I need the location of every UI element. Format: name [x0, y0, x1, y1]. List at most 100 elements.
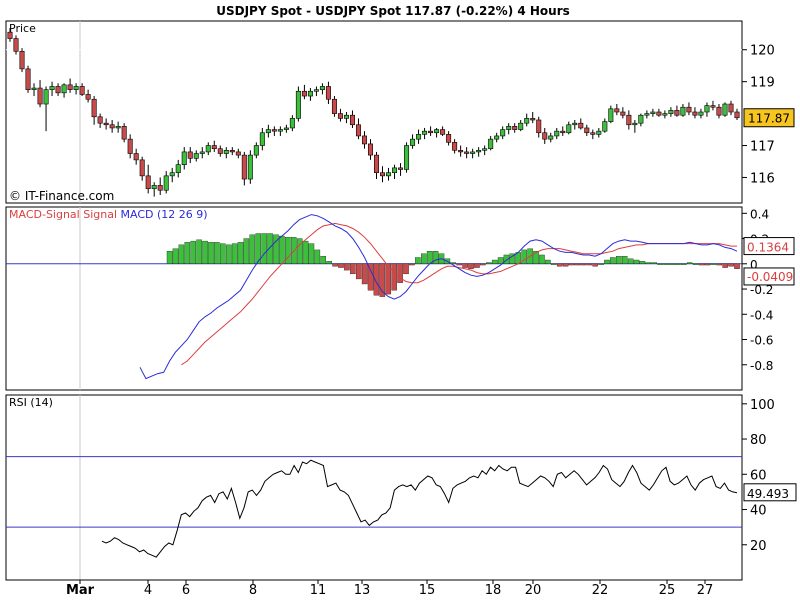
macd-histogram-bar: [710, 263, 717, 265]
candle-body: [416, 134, 422, 140]
candle-body: [277, 129, 283, 132]
macd-histogram-bar: [296, 238, 303, 264]
macd-histogram-bar: [225, 244, 232, 264]
price-panel-label: Price: [9, 22, 36, 35]
candle-body: [506, 126, 512, 130]
candle-body: [169, 172, 175, 177]
candle-body: [578, 122, 584, 129]
macd-histogram-bar: [249, 234, 256, 264]
rsi-ytick-label: 20: [750, 539, 767, 554]
candle-body: [530, 118, 536, 121]
macd-ytick-label: -0.8: [750, 359, 773, 373]
macd-histogram-bar: [415, 257, 421, 264]
candle-body: [614, 108, 620, 113]
candle-body: [259, 132, 265, 146]
legend-signal: MACD-Signal Signal: [9, 208, 121, 221]
candle-body: [31, 87, 37, 90]
candle-body: [542, 132, 548, 140]
macd-histogram-bar: [308, 243, 315, 264]
price-ytick-label: 117: [750, 140, 775, 155]
macd-histogram-bar: [344, 263, 350, 271]
candle-body: [548, 135, 554, 140]
macd-histogram-bar: [237, 242, 244, 264]
macd-histogram-bar: [663, 263, 669, 265]
candle-body: [7, 31, 13, 39]
macd-histogram-bar: [409, 263, 415, 266]
candle-body: [37, 87, 43, 105]
candle-body: [668, 110, 674, 114]
legend-macd: MACD (12 26 9): [121, 208, 208, 221]
candle-body: [518, 122, 524, 130]
candle-body: [217, 148, 223, 154]
macd-histogram-bar: [420, 253, 427, 264]
macd-histogram-bar: [166, 251, 173, 264]
candle-body: [145, 175, 151, 189]
macd-histogram-bar: [361, 263, 368, 285]
macd-histogram-bar: [574, 263, 581, 266]
candle-body: [692, 111, 698, 116]
candle-body: [470, 151, 476, 154]
candle-body: [271, 129, 277, 132]
macd-histogram-bar: [332, 263, 338, 267]
macd-histogram-bar: [545, 259, 551, 264]
macd-histogram-bar: [208, 242, 214, 264]
macd-histogram-bar: [633, 259, 640, 264]
candle-body: [19, 51, 25, 70]
candle-body: [199, 151, 205, 154]
candle-body: [602, 121, 608, 132]
candle-body: [446, 134, 452, 143]
macd-histogram-bar: [220, 243, 226, 264]
candle-body: [79, 86, 85, 95]
x-tick-label: 15: [419, 583, 436, 598]
candle-body: [662, 113, 668, 116]
candle-body: [181, 151, 187, 165]
candle-body: [608, 108, 614, 122]
macd-histogram-bar: [320, 256, 327, 264]
macd-histogram-bar: [480, 263, 486, 266]
rsi-ytick-label: 60: [750, 468, 767, 483]
x-tick-label: 25: [659, 583, 676, 598]
candle-body: [193, 153, 199, 159]
macd-histogram-bar: [669, 263, 675, 265]
candle-body: [337, 113, 343, 119]
candle-body: [313, 89, 319, 92]
candle-body: [656, 111, 662, 116]
candle-body: [61, 84, 67, 94]
candle-body: [410, 138, 416, 146]
x-tick-label: Mar: [66, 583, 95, 598]
macd-histogram-bar: [462, 263, 468, 268]
x-tick-label: 20: [525, 583, 542, 598]
macd-histogram-bar: [196, 239, 202, 264]
candle-body: [223, 150, 229, 154]
x-tick-label: 6: [182, 583, 190, 598]
candle-body: [151, 185, 157, 189]
macd-histogram-bar: [279, 235, 285, 264]
candle-body: [680, 106, 686, 116]
macd-histogram-bar: [172, 248, 179, 264]
macd-histogram-bar: [734, 263, 740, 269]
panel-frame: [5, 394, 743, 581]
macd-histogram-bar: [716, 263, 723, 266]
candle-body: [187, 151, 193, 159]
x-tick-label: 8: [249, 583, 257, 598]
macd-histogram-bar: [474, 263, 480, 268]
candle-body: [494, 135, 500, 140]
candle-body: [295, 90, 301, 119]
macd-histogram-bar: [350, 263, 356, 275]
macd-ytick-label: -0.4: [750, 308, 773, 322]
candle-body: [626, 114, 632, 126]
candle-body: [247, 154, 253, 180]
candle-body: [307, 90, 313, 97]
candle-body: [392, 167, 398, 173]
candle-body: [560, 130, 566, 134]
macd-histogram-bar: [539, 254, 545, 264]
candle-body: [374, 154, 380, 173]
macd-histogram-bar: [627, 258, 634, 264]
macd-histogram-bar: [598, 263, 604, 265]
candle-body: [458, 150, 464, 153]
candle-body: [13, 38, 19, 52]
candle-body: [650, 111, 656, 114]
candle-body: [211, 145, 217, 150]
candle-body: [163, 175, 169, 191]
candle-body: [584, 127, 590, 134]
